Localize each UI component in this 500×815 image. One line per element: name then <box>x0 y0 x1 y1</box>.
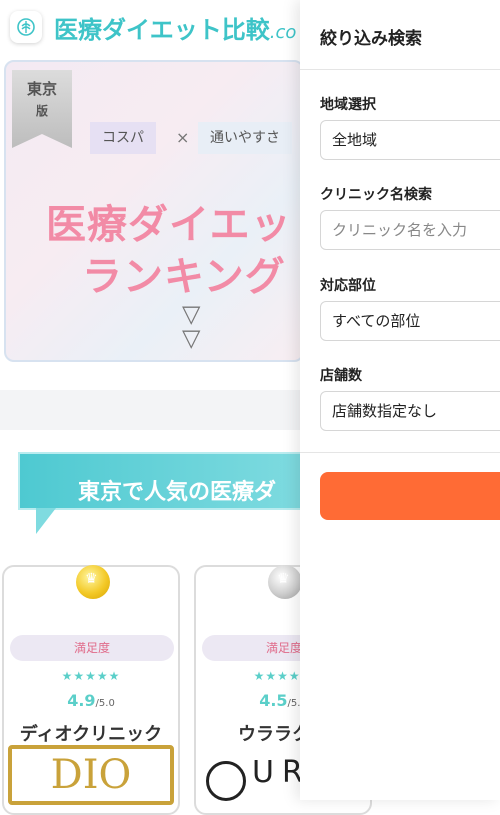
body-part-label: 対応部位 <box>320 278 376 294</box>
section-title: 東京で人気の医療ダ <box>78 480 277 505</box>
rating-stars-icon: ★★★★★ <box>61 669 121 683</box>
hero-chip-cost: コスパ <box>90 122 156 154</box>
rating-score: 4.9/5.0 <box>4 691 178 710</box>
drawer-divider <box>300 69 500 70</box>
site-title[interactable]: 医療ダイエット比較.co <box>54 10 296 45</box>
gold-medal-icon <box>76 565 110 599</box>
down-arrows-icon: ▽ ▽ <box>182 300 201 352</box>
clinic-name-input[interactable] <box>320 210 500 250</box>
clinic-logo[interactable]: DIO <box>8 745 174 805</box>
site-domain-suffix: .co <box>269 22 297 43</box>
clinic-name[interactable]: ディオクリニック <box>4 720 178 746</box>
hero-banner: 東京 版 コスパ × 通いやすさ 医療ダイエッ ランキング ▽ ▽ <box>4 60 304 362</box>
filter-title: 絞り込み検索 <box>320 29 422 49</box>
ribbon-bottom-text: 版 <box>35 104 48 118</box>
hero-headline-2: ランキング <box>82 254 286 300</box>
drawer-divider <box>300 452 500 453</box>
silver-medal-icon <box>268 565 302 599</box>
score-max: /5.0 <box>95 698 115 709</box>
score-value: 4.5 <box>259 691 288 710</box>
store-count-select[interactable]: 店舗数指定なし <box>320 391 500 431</box>
ribbon-top-text: 東京 <box>26 80 57 98</box>
site-title-text: 医療ダイエット比較 <box>54 16 270 44</box>
body-part-select[interactable]: すべての部位 <box>320 301 500 341</box>
clinic-card[interactable]: 満足度 ★★★★★ 4.9/5.0 ディオクリニック DIO <box>2 565 180 815</box>
tokyo-ribbon: 東京 版 <box>12 70 72 148</box>
section-banner-tail <box>36 508 56 534</box>
store-count-label: 店舗数 <box>320 368 362 384</box>
clinic-name-label: クリニック名検索 <box>320 187 432 203</box>
satisfaction-label: 満足度 <box>10 635 174 661</box>
hero-times-symbol: × <box>176 128 190 147</box>
hero-chip-access: 通いやすさ <box>198 122 292 154</box>
ura-emblem-icon <box>206 761 246 801</box>
region-select[interactable]: 全地域 <box>320 120 500 160</box>
filter-drawer: 絞り込み検索 地域選択 全地域 クリニック名検索 対応部位 すべての部位 店舗数… <box>300 0 500 800</box>
search-button[interactable]: 能 <box>320 472 500 520</box>
site-logo-icon[interactable] <box>10 11 42 43</box>
region-label: 地域選択 <box>320 97 376 113</box>
score-value: 4.9 <box>67 691 96 710</box>
hero-headline-1: 医療ダイエッ <box>46 202 292 248</box>
